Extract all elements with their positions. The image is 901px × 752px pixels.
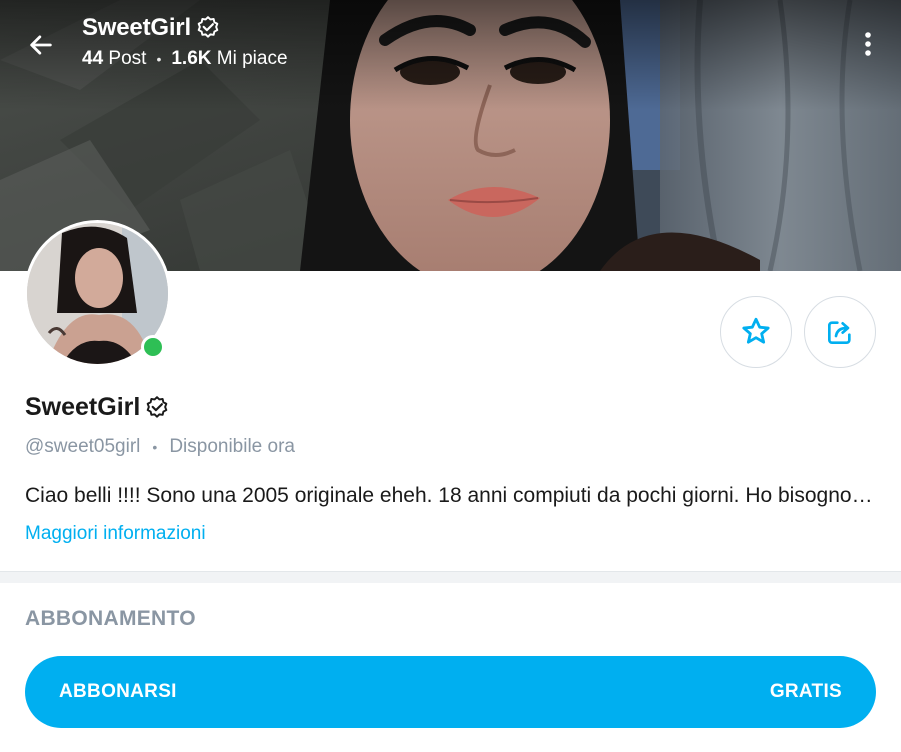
verified-badge-icon [147, 395, 168, 418]
likes-stat: 1.6K Mi piace [171, 48, 287, 70]
profile-name: SweetGirl [25, 393, 141, 421]
back-button[interactable] [20, 24, 62, 66]
more-options-button[interactable] [853, 26, 883, 62]
posts-stat: 44 Post [82, 48, 146, 70]
profile-bio: Ciao belli !!!! Sono una 2005 originale … [25, 484, 877, 507]
stats-separator: • [156, 51, 162, 67]
handle-separator: • [152, 439, 158, 455]
online-status-dot [141, 335, 165, 359]
star-icon [742, 317, 770, 344]
subscribe-price: GRATIS [769, 681, 842, 702]
profile-name-row: SweetGirl [25, 393, 170, 422]
likes-label: Mi piace [216, 48, 288, 69]
more-vertical-icon [865, 32, 871, 56]
section-divider [0, 571, 901, 583]
availability-status: Disponibile ora [169, 436, 295, 457]
back-arrow-icon [30, 35, 52, 55]
profile-handle: @sweet05girl [25, 436, 141, 457]
verified-badge-icon [197, 16, 219, 38]
header-info: SweetGirl 44 Post • 1.6K Mi piace [82, 14, 288, 70]
subscribe-button[interactable]: ABBONARSI GRATIS [25, 656, 876, 728]
subscribe-label: ABBONARSI [59, 681, 177, 702]
favorite-button[interactable] [720, 296, 792, 368]
header-name-row: SweetGirl [82, 14, 288, 42]
subscription-section-title: ABBONAMENTO [25, 607, 196, 630]
likes-count: 1.6K [171, 48, 212, 69]
handle-row: @sweet05girl • Disponibile ora [25, 436, 295, 458]
avatar-container[interactable] [24, 220, 171, 367]
posts-count: 44 [82, 48, 104, 69]
posts-label: Post [108, 48, 147, 69]
share-icon [828, 321, 851, 344]
header-name: SweetGirl [82, 14, 191, 41]
more-info-link[interactable]: Maggiori informazioni [25, 523, 206, 545]
header-stats: 44 Post • 1.6K Mi piace [82, 48, 288, 70]
share-button[interactable] [804, 296, 876, 368]
